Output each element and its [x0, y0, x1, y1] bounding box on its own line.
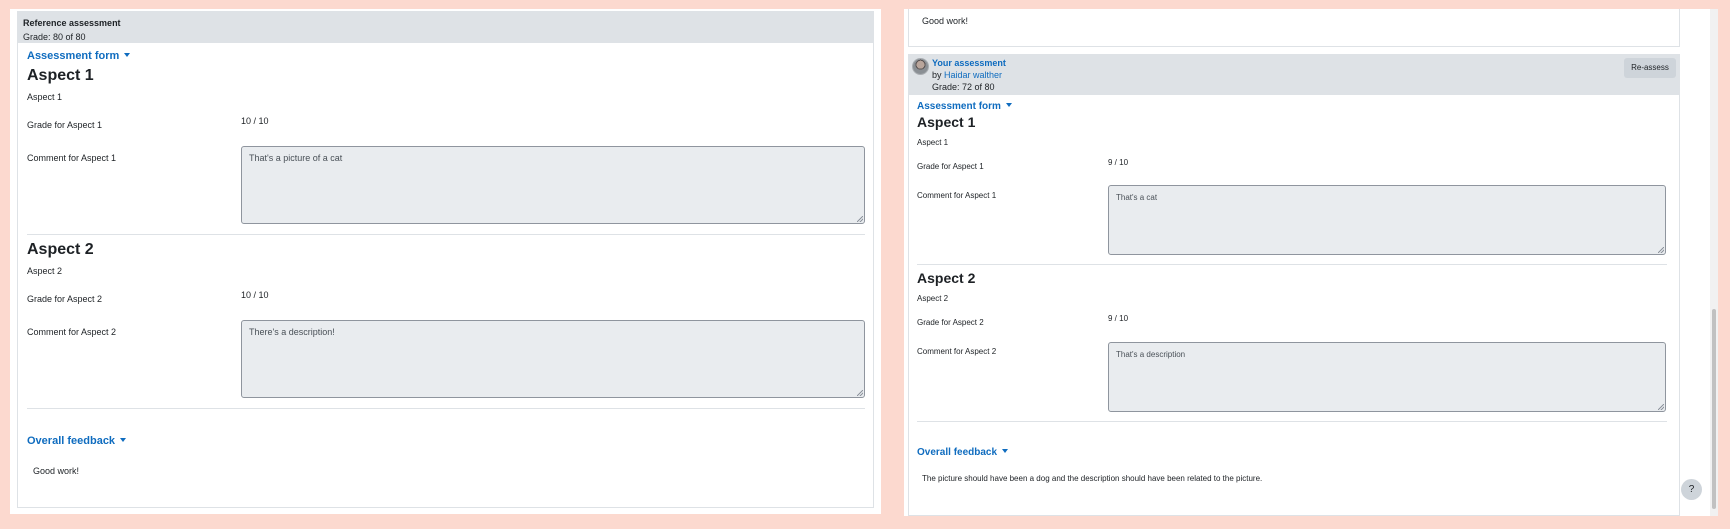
- reassess-button[interactable]: Re-assess: [1624, 58, 1676, 78]
- aspect-2-heading: Aspect 2: [27, 241, 94, 258]
- overall-feedback-label[interactable]: Overall feedback: [27, 435, 115, 447]
- divider: [917, 421, 1667, 422]
- aspect-2-description: Aspect 2: [27, 266, 63, 276]
- assessor-link[interactable]: Haidar walther: [944, 70, 1002, 80]
- assessment-form-label[interactable]: Assessment form: [917, 101, 1001, 112]
- resize-handle-icon[interactable]: [1658, 247, 1664, 253]
- comment-label-aspect-1: Comment for Aspect 1: [27, 153, 117, 163]
- avatar[interactable]: [912, 58, 929, 75]
- comment-text-aspect-1: That's a picture of a cat: [249, 153, 343, 163]
- caret-down-icon: [124, 53, 131, 57]
- overall-feedback-text: Good work!: [33, 466, 80, 476]
- reference-assessment-panel: Reference assessment Grade: 80 of 80 Ass…: [10, 9, 881, 514]
- caret-down-icon: [120, 438, 127, 442]
- previous-feedback-card: Good work!: [908, 9, 1680, 47]
- scrollbar[interactable]: [1710, 9, 1718, 516]
- assessment-form-label[interactable]: Assessment form: [27, 50, 119, 62]
- aspect-2-heading: Aspect 2: [917, 270, 976, 286]
- comment-label-aspect-2: Comment for Aspect 2: [917, 347, 997, 356]
- caret-down-icon: [1002, 449, 1009, 453]
- resize-handle-icon[interactable]: [1658, 404, 1664, 410]
- your-grade: Grade: 72 of 80: [932, 82, 995, 92]
- divider: [917, 264, 1667, 265]
- comment-label-aspect-2: Comment for Aspect 2: [27, 327, 117, 337]
- resize-handle-icon[interactable]: [857, 216, 863, 222]
- assessment-form-toggle[interactable]: Assessment form: [917, 100, 1012, 113]
- comment-text-aspect-2: There's a description!: [249, 327, 335, 337]
- reference-assessment-header: Reference assessment Grade: 80 of 80: [18, 12, 873, 43]
- aspect-2-description: Aspect 2: [917, 294, 949, 303]
- resize-handle-icon[interactable]: [857, 390, 863, 396]
- help-button[interactable]: ?: [1681, 479, 1702, 500]
- previous-feedback-text: Good work!: [922, 16, 969, 26]
- assessment-form-toggle[interactable]: Assessment form: [27, 50, 131, 63]
- aspect-1-heading: Aspect 1: [917, 114, 976, 130]
- your-assessment-card: Your assessment by Haidar walther Grade:…: [908, 54, 1680, 516]
- your-assessment-header: Your assessment by Haidar walther Grade:…: [909, 55, 1679, 95]
- grade-value-aspect-2: 9 / 10: [1108, 314, 1129, 323]
- help-icon[interactable]: ?: [1689, 484, 1695, 495]
- overall-feedback-label[interactable]: Overall feedback: [917, 447, 997, 458]
- grade-value-aspect-1: 10 / 10: [241, 116, 269, 126]
- comment-text-aspect-1: That's a cat: [1116, 193, 1158, 202]
- grade-label-aspect-2: Grade for Aspect 2: [27, 294, 103, 304]
- divider: [27, 234, 865, 235]
- scrollbar-thumb[interactable]: [1712, 309, 1716, 509]
- comment-field-aspect-1[interactable]: That's a picture of a cat: [241, 146, 865, 224]
- divider: [27, 408, 865, 409]
- reference-assessment-title: Reference assessment: [23, 18, 121, 28]
- overall-feedback-toggle[interactable]: Overall feedback: [917, 446, 1009, 459]
- comment-label-aspect-1: Comment for Aspect 1: [917, 191, 997, 200]
- reference-assessment-card: Reference assessment Grade: 80 of 80 Ass…: [17, 11, 874, 508]
- grade-label-aspect-1: Grade for Aspect 1: [917, 162, 984, 171]
- grade-value-aspect-2: 10 / 10: [241, 290, 269, 300]
- aspect-1-heading: Aspect 1: [27, 67, 94, 84]
- by-label: by: [932, 70, 942, 80]
- aspect-1-description: Aspect 1: [917, 138, 949, 147]
- your-assessment-title[interactable]: Your assessment: [932, 58, 1006, 69]
- grade-label-aspect-2: Grade for Aspect 2: [917, 318, 984, 327]
- overall-feedback-text: The picture should have been a dog and t…: [922, 474, 1263, 483]
- grade-label-aspect-1: Grade for Aspect 1: [27, 120, 103, 130]
- aspect-1-description: Aspect 1: [27, 92, 63, 102]
- grade-value-aspect-1: 9 / 10: [1108, 158, 1129, 167]
- comment-text-aspect-2: That's a description: [1116, 350, 1186, 359]
- comment-field-aspect-2[interactable]: There's a description!: [241, 320, 865, 398]
- caret-down-icon: [1005, 103, 1012, 107]
- comment-field-aspect-1[interactable]: That's a cat: [1108, 185, 1666, 255]
- overall-feedback-toggle[interactable]: Overall feedback: [27, 435, 127, 448]
- reference-grade: Grade: 80 of 80: [23, 32, 86, 42]
- your-assessment-panel: Good work! Your assessment by Haidar wal…: [904, 9, 1718, 516]
- comment-field-aspect-2[interactable]: That's a description: [1108, 342, 1666, 412]
- assessed-by: by Haidar walther: [932, 70, 1002, 81]
